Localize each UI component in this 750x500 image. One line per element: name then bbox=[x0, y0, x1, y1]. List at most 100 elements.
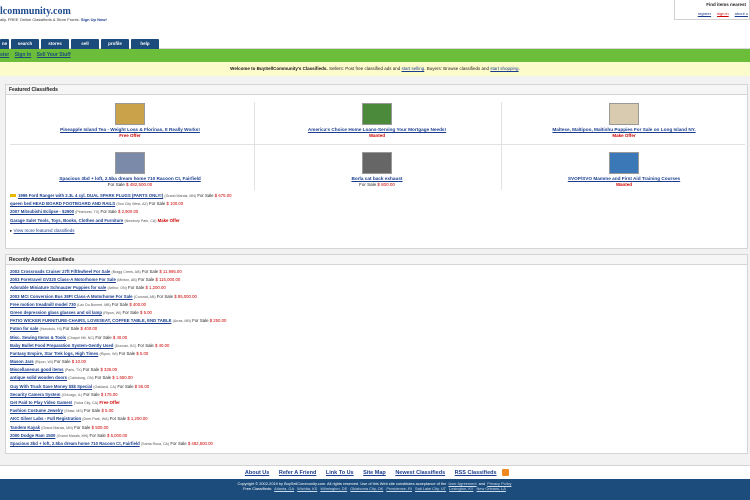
rss-icon[interactable] bbox=[502, 469, 510, 476]
listing-location: (Arthur, ON) bbox=[107, 286, 127, 291]
tab-sell[interactable]: sell bbox=[71, 39, 99, 49]
listing-title-link[interactable]: 2000 Dodge Ram 1500 bbox=[10, 433, 55, 438]
price-value: $ 325.00 bbox=[100, 367, 118, 373]
featured-item-title-link[interactable]: Spacious 3bd + loft, 2.5ba dream home 71… bbox=[7, 176, 253, 181]
featured-item-title-link[interactable]: America's Choice Home Loans-Serving Your… bbox=[254, 127, 500, 132]
listing-title-link[interactable]: Spacious 3bd + loft, 2.5ba dream home 71… bbox=[10, 441, 140, 446]
item-thumbnail[interactable] bbox=[609, 103, 639, 125]
listing-title-link[interactable]: antique solid wooden doors bbox=[10, 375, 67, 380]
start-shopping-link[interactable]: start shopping bbox=[490, 66, 518, 71]
nearest-title: Find items nearest bbox=[706, 2, 746, 7]
site-logo[interactable]: lcommunity.com bbox=[0, 6, 71, 17]
city-link[interactable]: Lexington, KY bbox=[449, 486, 473, 491]
price-value: $ 400.00 bbox=[129, 301, 147, 307]
list-item: Mason Jars (Ripon, WI) For Sale $ 10.00 bbox=[10, 358, 747, 366]
city-link[interactable]: Atlanta, GA bbox=[274, 486, 294, 491]
copyright-bar: Copyright © 2002-2019 by BuySellCommunit… bbox=[0, 479, 750, 500]
signup-link[interactable]: Sign Up Now! bbox=[81, 17, 107, 22]
about-us-link[interactable]: About Us bbox=[245, 470, 269, 476]
sale-label: For Sale bbox=[95, 334, 112, 340]
listing-title-link[interactable]: Green depression glass glasses and oil l… bbox=[10, 310, 102, 315]
listing-location: (Lac Du Bonnet, MB) bbox=[77, 302, 111, 307]
listing-title-link[interactable]: queen bed HEAD BOARD FOOTBOARD AND RAILS bbox=[10, 201, 115, 206]
site-map-link[interactable]: Site Map bbox=[363, 470, 386, 476]
item-thumbnail[interactable] bbox=[115, 103, 145, 125]
city-link[interactable]: Wilmington, DE bbox=[320, 486, 347, 491]
listing-location: (Ripon, WI) bbox=[103, 310, 122, 315]
city-link[interactable]: Salt Lake City, UT bbox=[415, 486, 446, 491]
featured-item-price: For Sale $ 800.00 bbox=[254, 182, 500, 187]
city-links: Free Classifieds: Atlanta, GA Wichita, K… bbox=[243, 486, 506, 491]
featured-item-title-link[interactable]: Borla cat back exhaust bbox=[254, 176, 500, 181]
sale-label: For Sale bbox=[359, 182, 377, 187]
tab-stores[interactable]: stores bbox=[41, 39, 69, 49]
listing-title-link[interactable]: Mason Jars bbox=[10, 359, 34, 364]
listing-title-link[interactable]: 1996 Ford Ranger with 2.3L 4 cyl. DUAL S… bbox=[18, 193, 163, 198]
listing-title-link[interactable]: Futon for sale bbox=[10, 326, 38, 331]
site-tagline: ally. FREE Online Classifieds & Store Fr… bbox=[0, 17, 107, 22]
start-selling-link[interactable]: start selling bbox=[401, 66, 424, 71]
recent-panel: Recently Added Classifieds 2003 Crossroa… bbox=[5, 254, 748, 454]
rss-classifieds-link[interactable]: RSS Classifieds bbox=[455, 470, 497, 476]
listing-location: (Pinehurst, TX) bbox=[75, 210, 100, 215]
sale-label: For Sale bbox=[89, 432, 106, 438]
price-value: $ 11,995.00 bbox=[159, 269, 182, 274]
item-thumbnail[interactable] bbox=[362, 152, 392, 174]
list-item: Tandem Kayak (Grand Marais, MN) For Sale… bbox=[10, 424, 747, 432]
listing-title-link[interactable]: Guy With Truck Save Money $$$ Special bbox=[10, 384, 92, 389]
featured-list: 1996 Ford Ranger with 2.3L 4 cyl. DUAL S… bbox=[6, 190, 747, 225]
listing-title-link[interactable]: 2003 Foretravel GV320 Class-A Motorhome … bbox=[10, 277, 116, 282]
listing-title-link[interactable]: 2007 Mitsubishi Eclipse - $2900 bbox=[10, 209, 74, 214]
status-label: Free Offer bbox=[99, 400, 120, 405]
listing-title-link[interactable]: 2003 MCI Conversion Bus 38Ft Class-A Mot… bbox=[10, 294, 133, 299]
register-bar-link[interactable]: ster bbox=[0, 52, 9, 58]
tab-help[interactable]: help bbox=[131, 39, 159, 49]
sell-your-stuff-link[interactable]: Sell Your Stuff bbox=[37, 52, 71, 58]
city-link[interactable]: Providence, RI bbox=[386, 486, 412, 491]
sign-in-link[interactable]: sign in bbox=[717, 11, 729, 16]
featured-item-title-link[interactable]: SVOP/SVO Mamme and First Aid Training Co… bbox=[501, 176, 747, 181]
listing-title-link[interactable]: Tandem Kayak bbox=[10, 425, 40, 430]
listing-title-link[interactable]: Free motion treadmill model 730 bbox=[10, 302, 76, 307]
listing-title-link[interactable]: 2003 Crossroads Cruiser 27ft Fifthwheel … bbox=[10, 269, 110, 274]
price-value: $ 40.00 bbox=[112, 334, 128, 340]
listing-title-link[interactable]: PATIO WICKER FURNITURE-CHAIRS, LOVESEAT,… bbox=[10, 318, 171, 323]
status-label: Free Offer bbox=[119, 133, 141, 138]
register-link[interactable]: register bbox=[698, 11, 711, 16]
more-featured-link[interactable]: View more featured classifieds bbox=[14, 228, 75, 233]
featured-item-title-link[interactable]: Maltese, Maltipoo, Maltishu Puppies For … bbox=[501, 127, 747, 132]
listing-title-link[interactable]: Miscellaneous good items bbox=[10, 367, 64, 372]
list-item: 2003 Crossroads Cruiser 27ft Fifthwheel … bbox=[10, 268, 747, 276]
tab-profile[interactable]: profile bbox=[101, 39, 129, 49]
listing-title-link[interactable]: Garage Sale! Tools, Toys, Books, Clothes… bbox=[10, 218, 123, 223]
link-to-us-link[interactable]: Link To Us bbox=[326, 470, 354, 476]
tab-search[interactable]: search bbox=[11, 39, 39, 49]
about-link[interactable]: about u bbox=[735, 11, 748, 16]
city-link[interactable]: New Orleans, LA bbox=[476, 486, 505, 491]
site-footer: About Us Refer A Friend Link To Us Site … bbox=[0, 465, 750, 500]
list-item: 2003 MCI Conversion Bus 38Ft Class-A Mot… bbox=[10, 293, 747, 301]
listing-title-link[interactable]: Misc. Sewing Items & Tools bbox=[10, 335, 66, 340]
item-thumbnail[interactable] bbox=[362, 103, 392, 125]
listing-title-link[interactable]: Fashion Costume Jewelry bbox=[10, 408, 63, 413]
sign-in-bar-link[interactable]: Sign In bbox=[15, 52, 32, 58]
tab-home[interactable]: ne bbox=[0, 39, 9, 49]
listing-title-link[interactable]: Baby Bullet Food Preparation System-Gent… bbox=[10, 343, 113, 348]
refer-friend-link[interactable]: Refer A Friend bbox=[279, 470, 317, 476]
listing-title-link[interactable]: Fantasy Empire, Star Trek logs, High Tim… bbox=[10, 351, 98, 356]
price-value: $ 115,000.00 bbox=[155, 277, 181, 283]
listing-location: (Duncan, BC) bbox=[114, 343, 137, 348]
listing-title-link[interactable]: Get Paid to Play Video Games! bbox=[10, 400, 73, 405]
sale-label: For Sale bbox=[111, 301, 129, 307]
featured-item-title-link[interactable]: Pineapple Island Tea - Weight Loss & Flo… bbox=[7, 127, 253, 132]
listing-location: (Santa Rosa, CA) bbox=[140, 441, 170, 446]
item-thumbnail[interactable] bbox=[609, 152, 639, 174]
listing-title-link[interactable]: Adorable Miniature Schnauzer Puppies for… bbox=[10, 285, 106, 290]
newest-classifieds-link[interactable]: Newest Classifieds bbox=[395, 470, 445, 476]
city-link[interactable]: Oklahoma City, OK bbox=[350, 486, 383, 491]
city-link[interactable]: Wichita, KS bbox=[297, 486, 317, 491]
featured-panel: Featured Classifieds Pineapple Island Te… bbox=[5, 84, 748, 249]
listing-title-link[interactable]: Security Camera System bbox=[10, 392, 60, 397]
item-thumbnail[interactable] bbox=[115, 152, 145, 174]
listing-title-link[interactable]: AKC Silver Labs - Full Registration bbox=[10, 416, 81, 421]
